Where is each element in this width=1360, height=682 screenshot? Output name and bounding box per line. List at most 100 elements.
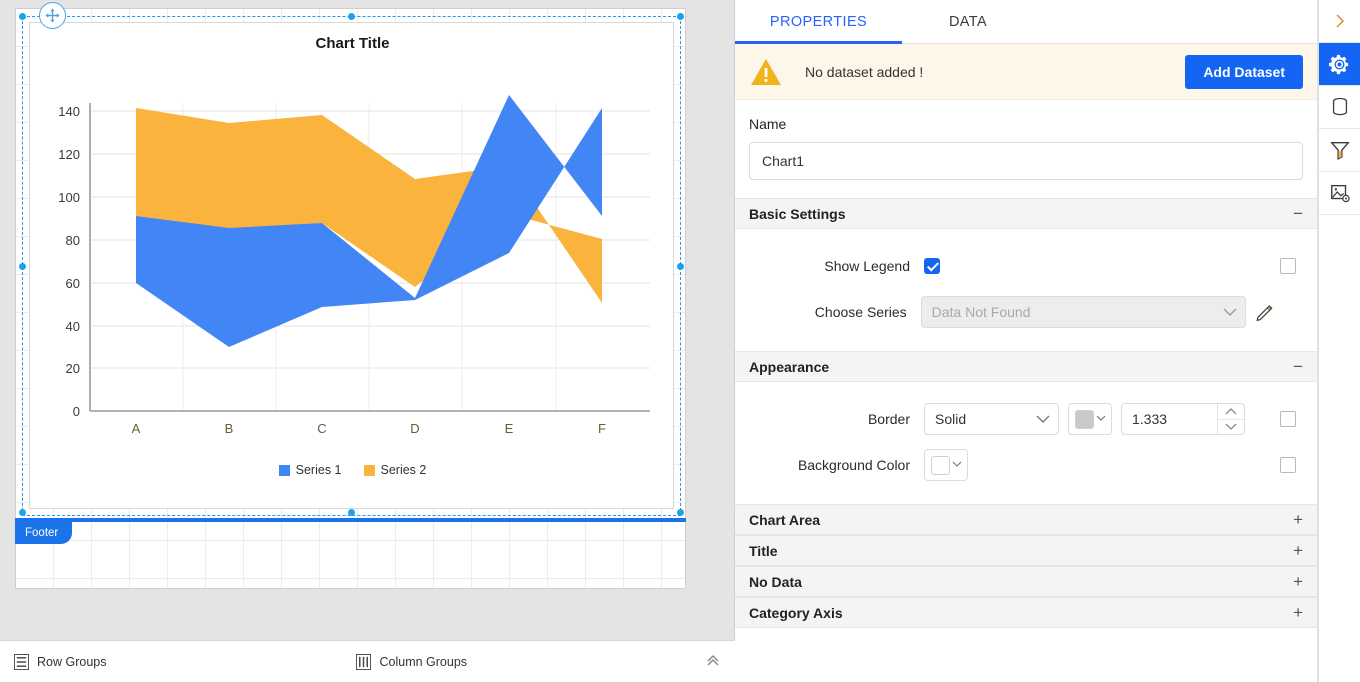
svg-text:140: 140 (58, 104, 80, 119)
svg-text:C: C (317, 421, 326, 436)
legend-swatch-series1 (278, 464, 290, 476)
section-header-title[interactable]: Title + (735, 535, 1317, 566)
chevron-down-icon (1096, 414, 1106, 424)
svg-text:120: 120 (58, 147, 80, 162)
column-groups-icon (356, 653, 372, 670)
border-width-value: 1.333 (1132, 411, 1168, 427)
svg-text:B: B (225, 421, 234, 436)
svg-text:0: 0 (73, 404, 80, 419)
svg-text:100: 100 (58, 190, 80, 205)
rail-image-settings-button[interactable] (1319, 172, 1360, 215)
section-header-basic-settings[interactable]: Basic Settings − (735, 198, 1317, 229)
section-toggle-no-data[interactable]: + (1293, 573, 1303, 590)
legend-label-series1: Series 1 (295, 463, 342, 477)
show-legend-checkbox[interactable] (924, 258, 940, 274)
resize-handle-bottom-right[interactable] (677, 509, 684, 516)
alert-message: No dataset added ! (805, 63, 924, 80)
legend-swatch-series2 (363, 464, 375, 476)
move-handle[interactable] (39, 2, 66, 29)
show-legend-label: Show Legend (824, 258, 910, 274)
panel-tabs: PROPERTIES DATA (735, 0, 1317, 44)
panel-icon-rail (1318, 0, 1360, 682)
report-designer-app: Chart Title 0 20 40 60 80 100 120 140 A … (0, 0, 1360, 682)
rail-expand-button[interactable] (1319, 0, 1360, 43)
legend-item-series2[interactable]: Series 2 (363, 463, 427, 477)
chart-legend: Series 1 Series 2 (30, 463, 675, 477)
border-color-picker[interactable] (1068, 403, 1112, 435)
designer-canvas-area: Chart Title 0 20 40 60 80 100 120 140 A … (0, 0, 735, 682)
section-header-no-data[interactable]: No Data + (735, 566, 1317, 597)
show-legend-expression-checkbox[interactable] (1280, 258, 1296, 274)
chevron-down-icon (952, 460, 962, 470)
chart-report-item[interactable]: Chart Title 0 20 40 60 80 100 120 140 A … (29, 22, 674, 509)
tab-properties[interactable]: PROPERTIES (735, 0, 902, 44)
resize-handle-bottom-center[interactable] (348, 509, 355, 516)
properties-content: PROPERTIES DATA No dataset added ! Add D… (735, 0, 1318, 682)
properties-panel: PROPERTIES DATA No dataset added ! Add D… (735, 0, 1360, 682)
add-dataset-button[interactable]: Add Dataset (1185, 54, 1303, 89)
warning-triangle-icon (751, 58, 781, 85)
border-label: Border (867, 411, 910, 427)
section-toggle-category-axis[interactable]: + (1293, 604, 1303, 621)
border-style-value: Solid (935, 411, 967, 427)
section-title-no-data: No Data (749, 573, 802, 590)
choose-series-select[interactable]: Data Not Found (920, 296, 1246, 328)
section-title-appearance: Appearance (749, 358, 830, 375)
section-header-appearance[interactable]: Appearance − (735, 351, 1317, 382)
pencil-icon (1256, 304, 1273, 321)
name-field-block: Name (735, 100, 1317, 198)
svg-text:60: 60 (66, 276, 80, 291)
section-header-category-axis[interactable]: Category Axis + (735, 597, 1317, 628)
border-style-select[interactable]: Solid (924, 403, 1059, 435)
resize-handle-top-center[interactable] (348, 13, 355, 20)
chevron-down-icon (1215, 308, 1245, 317)
groups-bottom-bar: Row Groups Column Groups (0, 640, 735, 682)
border-width-increment[interactable] (1218, 404, 1244, 419)
chevron-double-up-icon (707, 654, 719, 666)
row-show-legend: Show Legend (749, 243, 1303, 289)
background-color-expression-checkbox[interactable] (1280, 457, 1296, 473)
border-width-decrement[interactable] (1218, 418, 1244, 435)
background-color-swatch (930, 455, 950, 475)
border-color-swatch (1074, 409, 1094, 429)
collapse-groups-panel-button[interactable] (705, 652, 721, 672)
border-expression-checkbox[interactable] (1280, 411, 1296, 427)
section-title-title: Title (749, 542, 778, 559)
tab-data[interactable]: DATA (902, 0, 1034, 43)
chart-plot: 0 20 40 60 80 100 120 140 A B C D E F (58, 95, 650, 436)
filter-funnel-icon (1329, 141, 1350, 161)
rail-properties-button[interactable] (1319, 43, 1360, 86)
rail-filter-button[interactable] (1319, 129, 1360, 172)
svg-text:D: D (410, 421, 419, 436)
edit-series-pencil-button[interactable] (1255, 303, 1274, 322)
row-groups-button[interactable]: Row Groups (14, 653, 107, 670)
section-title-basic-settings: Basic Settings (749, 205, 846, 222)
no-dataset-alert: No dataset added ! Add Dataset (735, 44, 1317, 100)
section-toggle-appearance[interactable]: − (1293, 358, 1303, 375)
resize-handle-top-left[interactable] (19, 13, 26, 20)
section-toggle-chart-area[interactable]: + (1293, 511, 1303, 528)
legend-label-series2: Series 2 (380, 463, 427, 477)
resize-handle-top-right[interactable] (677, 13, 684, 20)
footer-tag[interactable]: Footer (15, 522, 73, 544)
section-title-chart-area: Chart Area (749, 511, 821, 528)
section-toggle-basic-settings[interactable]: − (1293, 205, 1303, 222)
rail-dataset-button[interactable] (1319, 86, 1360, 129)
resize-handle-mid-right[interactable] (677, 263, 684, 270)
chevron-right-icon (1336, 14, 1344, 28)
row-groups-label: Row Groups (37, 654, 107, 669)
section-header-chart-area[interactable]: Chart Area + (735, 504, 1317, 535)
svg-text:80: 80 (66, 233, 80, 248)
chevron-down-icon (1028, 415, 1058, 424)
name-input[interactable] (749, 142, 1303, 180)
background-color-picker[interactable] (924, 449, 968, 481)
row-groups-icon (14, 653, 29, 670)
choose-series-value: Data Not Found (931, 304, 1031, 320)
column-groups-button[interactable]: Column Groups (356, 653, 467, 670)
background-color-label: Background Color (797, 457, 910, 473)
resize-handle-bottom-left[interactable] (19, 509, 26, 516)
section-toggle-title[interactable]: + (1293, 542, 1303, 559)
border-width-stepper[interactable]: 1.333 (1121, 403, 1245, 435)
resize-handle-mid-left[interactable] (19, 263, 26, 270)
legend-item-series1[interactable]: Series 1 (278, 463, 342, 477)
